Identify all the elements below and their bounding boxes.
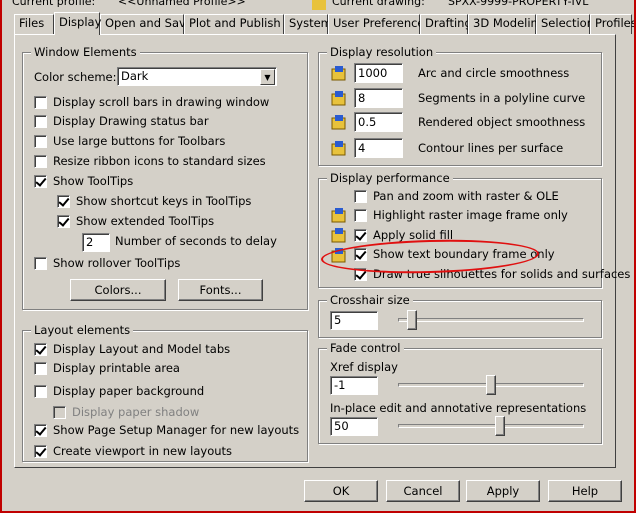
tab-system[interactable]: System [284,14,332,34]
drawing-saved-icon [331,248,346,263]
drawing-saved-icon [331,66,346,81]
checkbox-box[interactable] [34,361,47,375]
checkbox-box[interactable] [34,174,47,188]
true-silhouettes-checkbox[interactable]: Draw true silhouettes for solids and sur… [354,266,630,282]
options-tabbar: Files Display Open and Save Plot and Pub… [14,12,636,35]
checkbox-box[interactable] [34,423,47,437]
large-buttons-checkbox[interactable]: Use large buttons for Toolbars [34,133,225,149]
tooltip-delay-label: Number of seconds to delay [115,234,277,248]
display-scroll-bars-checkbox[interactable]: Display scroll bars in drawing window [34,94,269,110]
create-viewport-checkbox[interactable]: Create viewport in new layouts [34,443,232,459]
drawing-saved-icon [331,208,346,223]
tab-profiles[interactable]: Profiles [590,14,636,34]
highlight-raster-checkbox[interactable]: Highlight raster image frame only [354,207,568,223]
contour-lines-label: Contour lines per surface [418,141,564,155]
cancel-button[interactable]: Cancel [386,480,460,502]
tab-3d-modeling[interactable]: 3D Modeling [468,14,545,34]
arc-smoothness-input[interactable]: 1000 [354,63,403,83]
inplace-fade-input[interactable]: 50 [330,417,378,436]
color-scheme-value: Dark [121,69,149,83]
inplace-slider-thumb[interactable] [495,416,505,436]
crosshair-slider-track[interactable] [398,318,584,322]
rendered-smoothness-label: Rendered object smoothness [418,115,586,129]
show-shortcut-keys-checkbox[interactable]: Show shortcut keys in ToolTips [57,193,251,209]
checkbox-box[interactable] [57,214,70,228]
checkbox-box[interactable] [354,228,367,242]
checkbox-box[interactable] [34,154,47,168]
inplace-slider-track[interactable] [398,424,584,428]
tab-user-preferences[interactable]: User Preferences [328,14,431,34]
drawing-icon [312,0,326,10]
fonts-button[interactable]: Fonts... [178,279,263,301]
checkbox-box[interactable] [354,208,367,222]
arc-smoothness-label: Arc and circle smoothness [418,66,570,80]
checkbox-box [53,405,66,419]
show-rollover-checkbox[interactable]: Show rollover ToolTips [34,255,180,271]
checkbox-box[interactable] [34,134,47,148]
rendered-smoothness-input[interactable]: 0.5 [354,112,403,132]
display-status-bar-checkbox[interactable]: Display Drawing status bar [34,113,209,129]
drawing-saved-icon [331,141,346,156]
show-tooltips-checkbox[interactable]: Show ToolTips [34,173,133,189]
crosshair-slider-thumb[interactable] [407,310,417,330]
profile-strip: Current profile: <<Unnamed Profile>> Cur… [0,0,636,12]
crosshair-size-title: Crosshair size [327,293,413,307]
tab-selection[interactable]: Selection [536,14,594,34]
polyline-segments-label: Segments in a polyline curve [418,91,586,105]
checkbox-box[interactable] [34,444,47,458]
layout-elements-title: Layout elements [31,323,134,337]
apply-button[interactable]: Apply [466,480,540,502]
checkbox-box[interactable] [354,247,367,261]
checkbox-box[interactable] [34,95,47,109]
tab-plot-and-publish[interactable]: Plot and Publish [184,14,284,34]
paper-shadow-checkbox: Display paper shadow [53,404,199,420]
help-button[interactable]: Help [548,480,622,502]
polyline-segments-input[interactable]: 8 [354,88,403,108]
tab-drafting[interactable]: Drafting [420,14,472,34]
apply-solid-fill-checkbox[interactable]: Apply solid fill [354,227,453,243]
layout-model-tabs-checkbox[interactable]: Display Layout and Model tabs [34,341,230,357]
show-extended-tooltips-checkbox[interactable]: Show extended ToolTips [57,213,214,229]
checkbox-box[interactable] [34,256,47,270]
xref-display-label: Xref display [330,360,398,374]
current-profile-label: Current profile: [12,0,96,8]
checkbox-box[interactable] [354,267,367,281]
color-scheme-label: Color scheme: [34,70,117,84]
page-setup-manager-checkbox[interactable]: Show Page Setup Manager for new layouts [34,422,299,438]
drawing-saved-icon [331,91,346,106]
printable-area-checkbox[interactable]: Display printable area [34,360,180,376]
current-drawing-value: SPXX-9999-PROPERTY-IVL [448,0,589,8]
color-scheme-select[interactable]: Dark ▼ [117,67,277,86]
current-drawing-label: Current drawing: [332,0,425,8]
chevron-down-icon[interactable]: ▼ [260,69,275,85]
checkbox-box[interactable] [34,384,47,398]
current-profile-value: <<Unnamed Profile>> [118,0,246,8]
drawing-saved-icon [331,228,346,243]
checkbox-box[interactable] [34,114,47,128]
ok-button[interactable]: OK [304,480,378,502]
xref-fade-input[interactable]: -1 [330,376,378,395]
checkbox-box[interactable] [354,189,367,203]
drawing-saved-icon [331,115,346,130]
display-resolution-title: Display resolution [327,45,437,59]
colors-button[interactable]: Colors... [70,279,166,301]
text-boundary-checkbox[interactable]: Show text boundary frame only [354,246,555,262]
tab-files[interactable]: Files [14,14,54,34]
fade-control-title: Fade control [327,341,404,355]
display-performance-title: Display performance [327,171,453,185]
checkbox-box[interactable] [57,194,70,208]
tooltip-delay-input[interactable]: 2 [82,233,110,252]
xref-slider-thumb[interactable] [486,375,496,395]
pan-zoom-raster-checkbox[interactable]: Pan and zoom with raster & OLE [354,188,559,204]
inplace-edit-label: In-place edit and annotative representat… [330,401,587,415]
contour-lines-input[interactable]: 4 [354,138,403,158]
resize-ribbon-checkbox[interactable]: Resize ribbon icons to standard sizes [34,153,266,169]
tab-open-and-save[interactable]: Open and Save [100,14,193,34]
paper-background-checkbox[interactable]: Display paper background [34,383,204,399]
tab-display[interactable]: Display [54,12,101,35]
window-elements-title: Window Elements [31,45,140,59]
checkbox-box[interactable] [34,342,47,356]
crosshair-size-input[interactable]: 5 [330,311,378,330]
